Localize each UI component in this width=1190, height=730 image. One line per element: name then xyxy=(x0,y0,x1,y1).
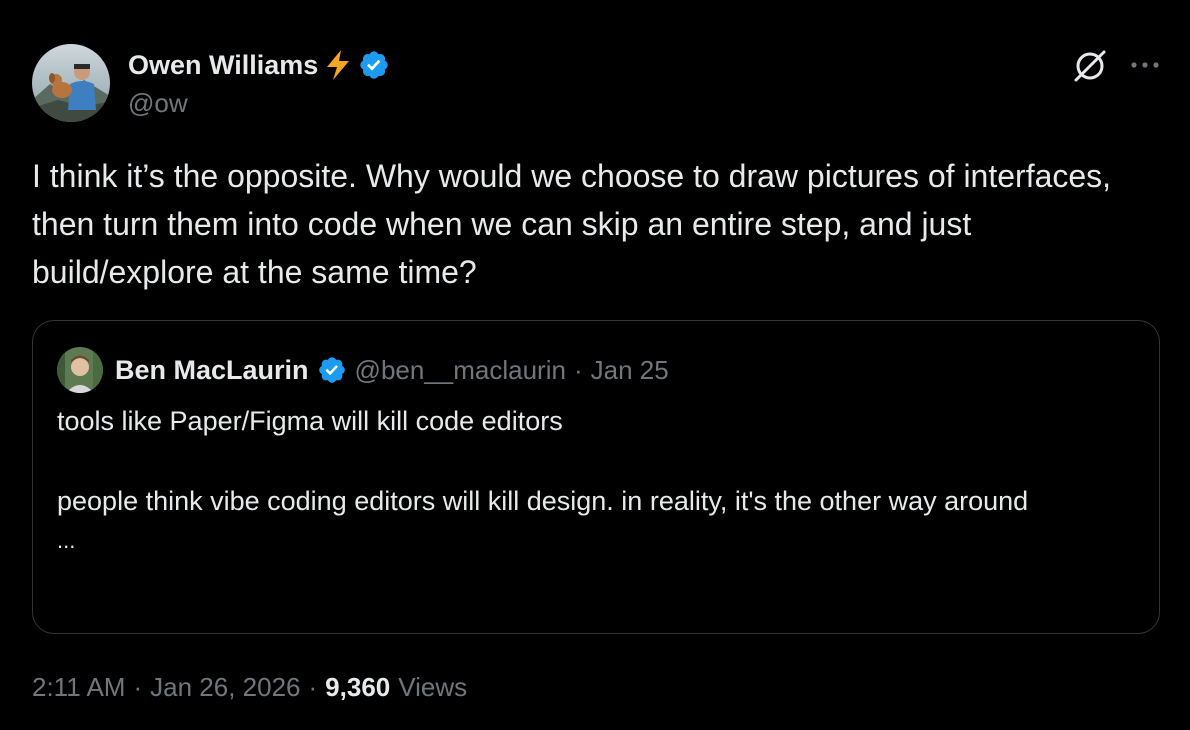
quote-header: Ben MacLaurin @ben__maclaurin · Jan 25 xyxy=(57,346,669,394)
quote-separator: · xyxy=(573,354,583,385)
author-name-row: Owen Williams xyxy=(128,47,390,83)
tweet[interactable]: Owen Williams @ow I think it’s the oppos… xyxy=(32,0,1162,730)
quote-author-handle: @ben__maclaurin xyxy=(354,354,566,385)
quote-paragraph: tools like Paper/Figma will kill code ed… xyxy=(57,406,563,436)
grok-icon[interactable] xyxy=(1072,48,1108,84)
quote-author-avatar[interactable] xyxy=(57,347,103,393)
views-label: Views xyxy=(398,672,468,702)
quote-author-name: Ben MacLaurin xyxy=(115,354,309,385)
tweet-time[interactable]: 2:11 AM xyxy=(32,672,125,703)
lightning-icon xyxy=(324,49,352,81)
tweet-date[interactable]: Jan 26, 2026 xyxy=(150,672,300,703)
quote-text: tools like Paper/Figma will kill code ed… xyxy=(57,401,1127,561)
meta-separator: · xyxy=(308,672,318,702)
quote-date: Jan 25 xyxy=(590,354,669,385)
author-avatar[interactable] xyxy=(32,44,110,122)
quoted-tweet[interactable]: Ben MacLaurin @ben__maclaurin · Jan 25 t… xyxy=(32,320,1160,634)
tweet-metadata: 2:11 AM · Jan 26, 2026 · 9,360 Views xyxy=(32,672,467,703)
author-display-name[interactable]: Owen Williams xyxy=(128,50,318,81)
tweet-text: I think it’s the opposite. Why would we … xyxy=(32,158,1112,290)
author-handle[interactable]: @ow xyxy=(128,88,188,119)
quote-truncation-ellipsis: ... xyxy=(57,528,76,553)
quote-paragraph: people think vibe coding editors will ki… xyxy=(57,486,1029,516)
verified-badge-icon xyxy=(317,355,347,385)
more-options-icon[interactable] xyxy=(1128,48,1162,82)
views-count: 9,360 xyxy=(325,672,391,702)
meta-separator: · xyxy=(133,672,143,702)
verified-badge-icon[interactable] xyxy=(358,49,390,81)
